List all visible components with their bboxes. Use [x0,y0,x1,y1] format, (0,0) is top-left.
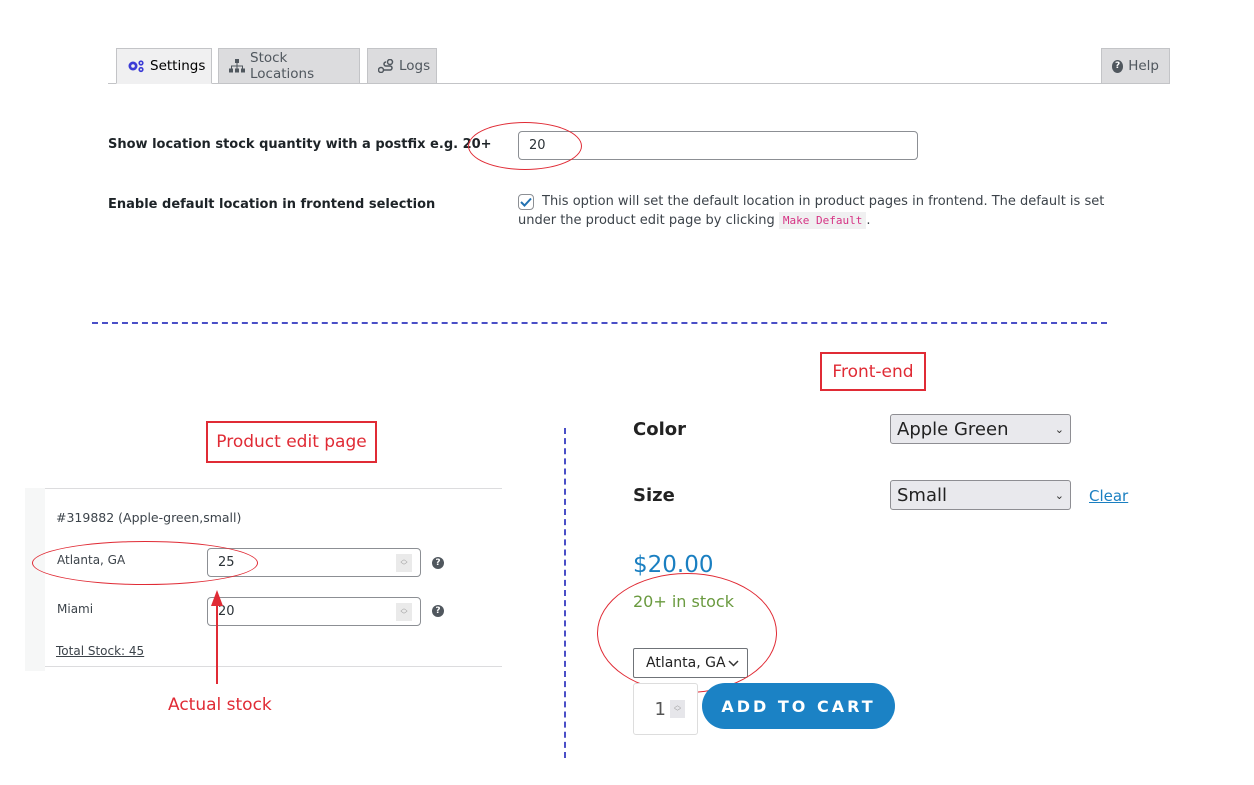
clear-link[interactable]: Clear [1089,487,1128,505]
panel-bottom-border [45,666,502,667]
location-select[interactable]: Atlanta, GA [633,648,748,678]
stock-status: 20+ in stock [633,592,734,611]
color-label: Color [633,419,686,440]
location-stock-input[interactable]: 20 ︿ ﹀ [207,597,421,626]
stock-value: 25 [218,555,235,570]
tab-stock-locations[interactable]: Stock Locations [218,48,360,84]
horizontal-divider [92,322,1107,324]
tab-settings[interactable]: Settings [116,48,212,84]
chevron-down-icon [728,659,739,667]
tab-label: Logs [399,58,431,74]
help-tip-icon[interactable]: ? [432,605,444,617]
size-label: Size [633,485,675,506]
checkmark-icon [520,197,532,207]
actual-stock-annotation: Actual stock [168,695,272,715]
sitemap-icon [229,59,245,73]
help-label: Help [1128,58,1159,74]
question-circle-icon: ? [1112,59,1124,73]
variation-title: #319882 (Apple-green,small) [56,510,242,525]
make-default-code: Make Default [778,212,867,229]
default-location-description: This option will set the default locatio… [518,192,1143,230]
front-end-callout: Front-end [820,352,926,391]
help-button[interactable]: ? Help [1101,48,1170,84]
product-edit-callout: Product edit page [206,421,377,463]
help-tip-icon[interactable]: ? [432,557,444,569]
total-stock: Total Stock: 45 [56,644,145,658]
quantity-value: 1 [654,698,666,720]
quantity-input[interactable]: 1 ︿ ﹀ [633,683,698,735]
spinner-icon[interactable]: ︿ ﹀ [670,700,685,718]
postfix-input[interactable] [518,131,918,160]
panel-top-border [45,488,502,489]
gears-icon [127,59,145,73]
spinner-icon[interactable]: ︿ ﹀ [396,554,412,572]
size-select[interactable]: Small ⌄ [890,480,1071,510]
location-name: Atlanta, GA [57,553,126,567]
tab-label: Settings [150,58,206,74]
default-location-label: Enable default location in frontend sele… [108,197,436,212]
add-to-cart-button[interactable]: ADD TO CART [702,683,895,729]
panel-side-bar [25,488,45,671]
color-select[interactable]: Apple Green ⌄ [890,414,1071,444]
location-name: Miami [57,602,94,616]
color-value: Apple Green [897,418,1009,440]
postfix-label: Show location stock quantity with a post… [108,137,492,152]
vertical-divider [564,428,566,758]
spinner-icon[interactable]: ︿ ﹀ [396,603,412,621]
size-value: Small [897,484,947,506]
arrow-up-icon [211,590,223,684]
location-value: Atlanta, GA [646,655,726,671]
tab-logs[interactable]: Logs [367,48,437,84]
description-end: . [866,213,871,228]
chevron-down-icon: ⌄ [1054,488,1064,502]
price: $20.00 [633,552,714,578]
tab-label: Stock Locations [250,50,315,82]
location-stock-input[interactable]: 25 ︿ ﹀ [207,548,421,577]
default-location-checkbox[interactable] [518,194,534,210]
route-icon [378,59,394,73]
chevron-down-icon: ⌄ [1054,422,1064,436]
